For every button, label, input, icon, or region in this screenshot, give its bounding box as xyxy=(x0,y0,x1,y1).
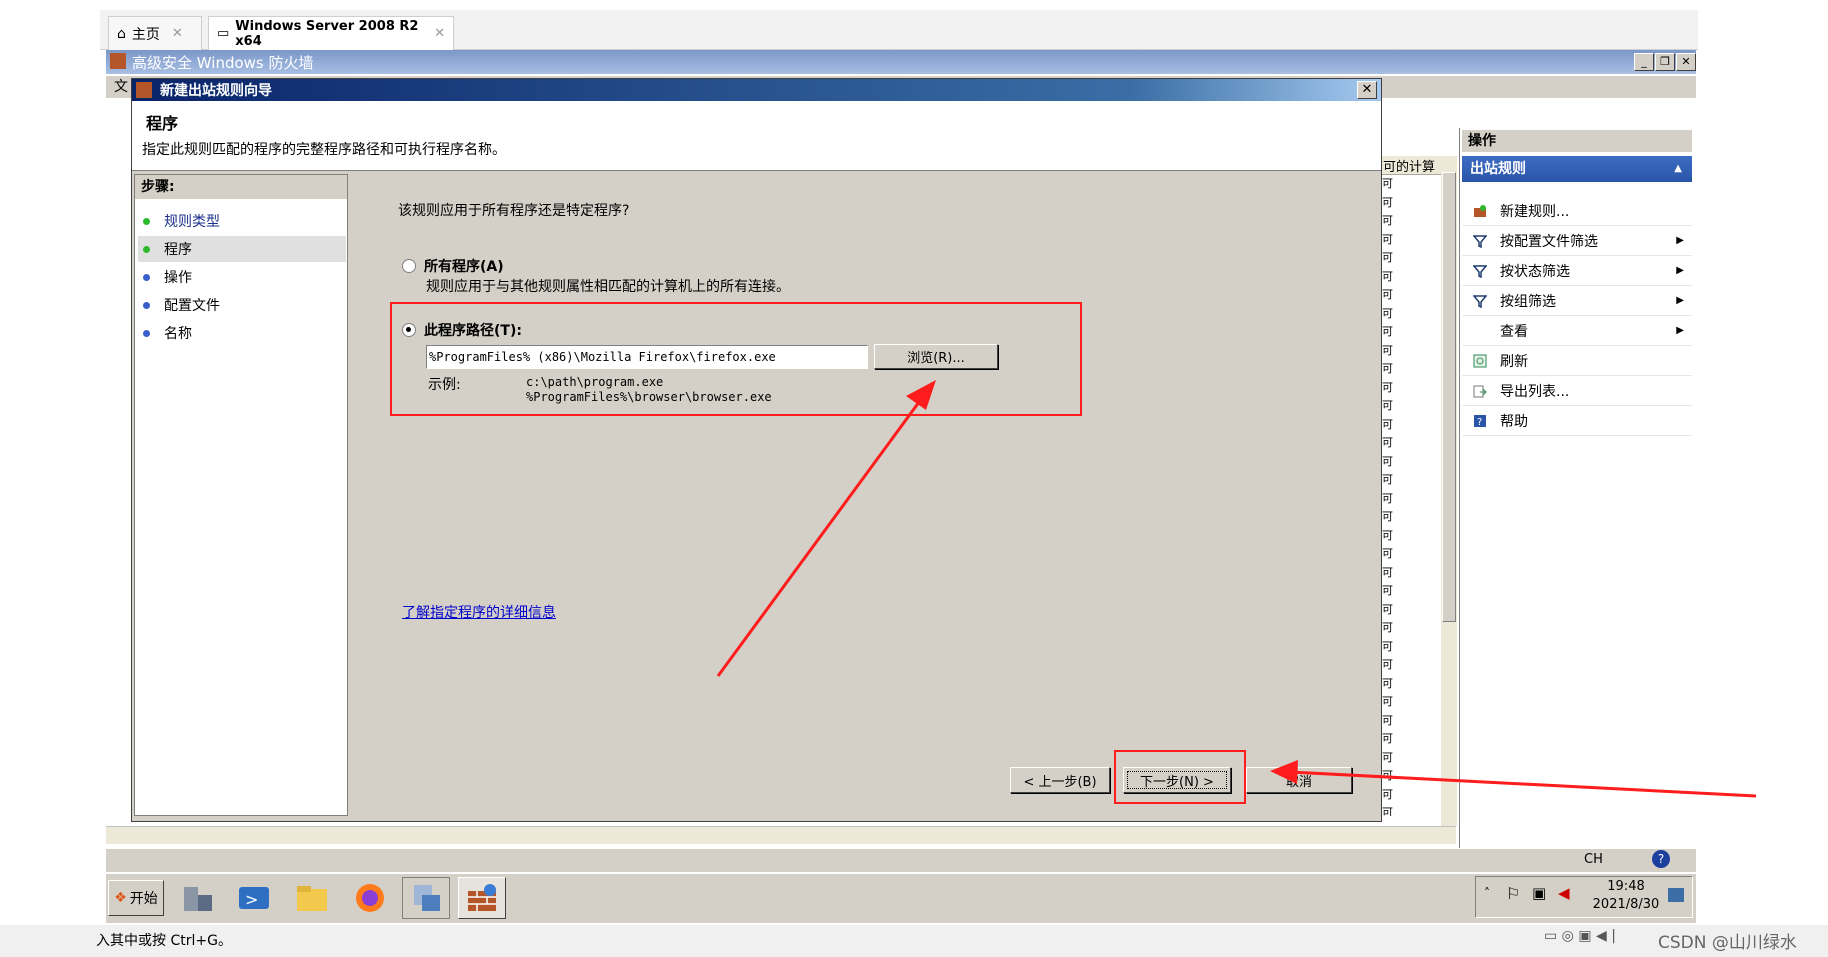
annotation-arrows xyxy=(716,380,1757,798)
arrow-head-next xyxy=(1270,760,1298,784)
arrow-to-next xyxy=(1289,770,1757,798)
arrow-head-browse xyxy=(906,380,936,410)
arrow-to-browse xyxy=(716,397,924,677)
